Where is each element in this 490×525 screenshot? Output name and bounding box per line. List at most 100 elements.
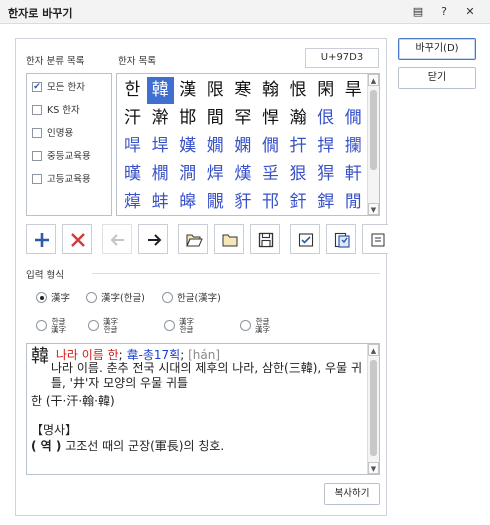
delete-icon	[71, 233, 85, 247]
hanja-cell[interactable]: 扞	[285, 133, 312, 160]
hanja-cell[interactable]: 僩	[340, 105, 367, 132]
open-folder-button[interactable]	[178, 224, 208, 254]
category-item[interactable]: 중등교육용	[32, 149, 91, 165]
description-example-tag: ( 역 )	[31, 438, 62, 453]
hanja-cell[interactable]: 釬	[285, 189, 312, 215]
hanja-cell[interactable]: 韓	[146, 77, 174, 104]
input-format-option[interactable]: 한글 漢字	[36, 318, 66, 334]
save-button[interactable]	[250, 224, 280, 254]
hanja-cell[interactable]: 焊	[202, 161, 229, 188]
hanja-cell[interactable]: 澣	[147, 105, 174, 132]
category-item[interactable]: 인명용	[32, 126, 73, 142]
description-radical: 韋-총17획	[126, 348, 181, 362]
checklist-button[interactable]	[290, 224, 320, 254]
hanja-list-header: 한자 목록	[118, 56, 156, 67]
hanja-cell[interactable]: 熯	[229, 161, 256, 188]
hanja-cell[interactable]: 垾	[147, 133, 174, 160]
hanja-cell[interactable]: 限	[202, 77, 229, 104]
hanja-cell[interactable]: 澗	[174, 161, 201, 188]
radio-icon[interactable]	[36, 292, 47, 303]
input-format-option[interactable]: 漢字(한글)	[86, 292, 145, 306]
dictionary-view-button[interactable]	[326, 224, 356, 254]
move-right-button[interactable]	[138, 224, 168, 254]
hanja-cell[interactable]: 捍	[312, 133, 339, 160]
category-item[interactable]: 고등교육용	[32, 172, 91, 188]
close-icon[interactable]: ✕	[462, 4, 478, 20]
radio-icon[interactable]	[88, 319, 99, 331]
radio-icon[interactable]	[162, 292, 173, 303]
hanja-cell[interactable]: 旱	[340, 77, 367, 104]
checkbox-icon[interactable]	[32, 127, 42, 138]
hanja-cell[interactable]: 皞	[174, 189, 201, 215]
hanja-cell[interactable]: 寒	[229, 77, 256, 104]
replace-button[interactable]: 바꾸기(D)	[398, 38, 476, 60]
menu-icon[interactable]: ▤	[410, 4, 426, 20]
radio-icon[interactable]	[240, 319, 251, 331]
copy-button[interactable]: 복사하기	[324, 483, 380, 505]
save-icon	[258, 232, 274, 248]
hanja-cell[interactable]: 蚌	[147, 189, 174, 215]
hanja-cell[interactable]: 橌	[147, 161, 174, 188]
hanja-cell[interactable]: 蔊	[119, 189, 146, 215]
hanja-cell[interactable]: 㸒	[257, 161, 284, 188]
hanja-cell[interactable]: 豻	[229, 189, 256, 215]
hanja-cell[interactable]: 嫺	[202, 133, 229, 160]
hanja-cell[interactable]: 佷	[312, 105, 339, 132]
scroll-up-icon[interactable]: ▲	[368, 74, 379, 86]
checkbox-icon[interactable]	[32, 104, 42, 115]
delete-button[interactable]	[62, 224, 92, 254]
close-button[interactable]: 닫기	[398, 67, 476, 89]
hanja-cell[interactable]: 暵	[119, 161, 146, 188]
radio-icon[interactable]	[36, 319, 47, 331]
hanja-cell[interactable]: 軒	[340, 161, 367, 188]
hanja-cell[interactable]: 嫨	[174, 133, 201, 160]
hanja-cell[interactable]: 閒	[340, 189, 367, 215]
hanja-cell[interactable]: 漢	[174, 77, 201, 104]
move-left-button[interactable]	[102, 224, 132, 254]
hanja-cell[interactable]: 悍	[257, 105, 284, 132]
input-format-option[interactable]: 한글(漢字)	[162, 292, 221, 306]
hanja-cell[interactable]: 僩	[257, 133, 284, 160]
hanja-cell[interactable]: 한	[119, 77, 146, 104]
radio-icon[interactable]	[164, 319, 175, 331]
hanja-cell[interactable]: 邯	[174, 105, 201, 132]
description-reading: 나라 이름 한	[55, 348, 119, 362]
convert-button[interactable]	[362, 224, 388, 254]
hanja-cell[interactable]: 嫻	[229, 133, 256, 160]
checkbox-checked-icon[interactable]: ✔	[32, 81, 42, 92]
hanja-cell[interactable]: 罕	[229, 105, 256, 132]
folder-button[interactable]	[214, 224, 244, 254]
hanja-cell[interactable]: 攔	[340, 133, 367, 160]
input-format-option[interactable]: 漢字	[36, 292, 70, 306]
hanja-cell[interactable]: 閑	[312, 77, 339, 104]
checkbox-icon[interactable]	[32, 150, 42, 161]
scroll-down-icon[interactable]: ▼	[368, 462, 379, 474]
scroll-thumb[interactable]	[370, 90, 377, 170]
hanja-cell[interactable]: 間	[202, 105, 229, 132]
category-item[interactable]: ✔ 모든 한자	[32, 80, 85, 96]
hanja-cell[interactable]: 恨	[285, 77, 312, 104]
input-format-option[interactable]: 한글 漢字	[240, 318, 270, 334]
description-scrollbar[interactable]: ▲ ▼	[367, 344, 379, 474]
hanja-cell[interactable]: 覵	[202, 189, 229, 215]
checkbox-icon[interactable]	[32, 173, 42, 184]
scroll-up-icon[interactable]: ▲	[368, 344, 379, 356]
dict-view-icon	[334, 232, 350, 248]
scroll-down-icon[interactable]: ▼	[368, 203, 379, 215]
hanja-cell[interactable]: 銲	[312, 189, 339, 215]
hanja-cell[interactable]: 哻	[119, 133, 146, 160]
hanja-cell[interactable]: 狠	[285, 161, 312, 188]
scroll-thumb[interactable]	[370, 360, 377, 456]
radio-icon[interactable]	[86, 292, 97, 303]
input-format-option[interactable]: 漢字 한글	[88, 318, 118, 334]
help-button[interactable]: ?	[436, 4, 452, 20]
hanja-cell[interactable]: 汗	[119, 105, 146, 132]
add-button[interactable]	[26, 224, 56, 254]
hanja-cell[interactable]: 邗	[257, 189, 284, 215]
hanja-cell[interactable]: 瀚	[285, 105, 312, 132]
category-item[interactable]: KS 한자	[32, 103, 80, 119]
hanja-grid-scrollbar[interactable]: ▲ ▼	[367, 74, 379, 215]
input-format-option[interactable]: 漢字 한글	[164, 318, 194, 334]
hanja-cell[interactable]: 猂	[312, 161, 339, 188]
hanja-cell[interactable]: 翰	[257, 77, 284, 104]
